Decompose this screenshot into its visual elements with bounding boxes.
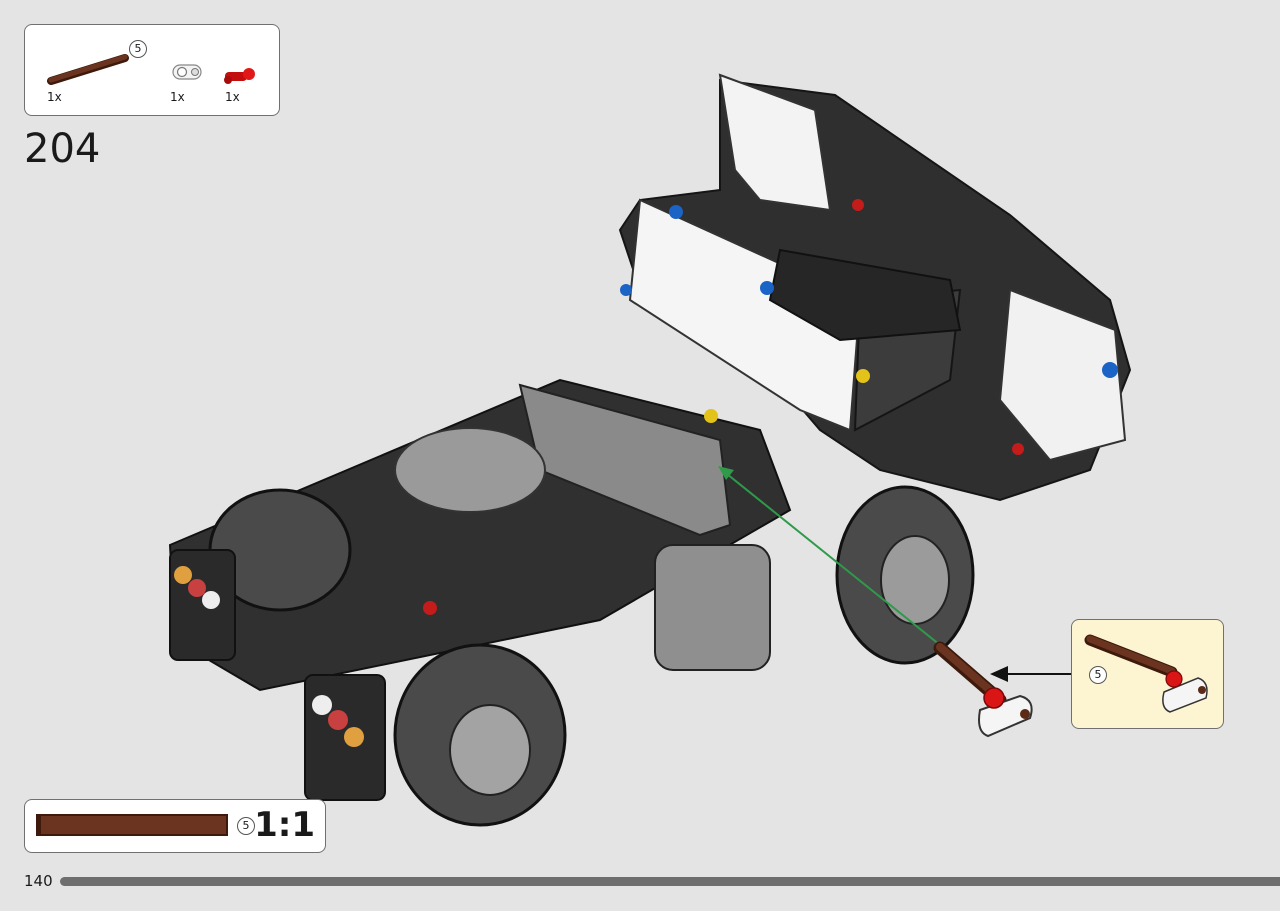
- page-number: 140: [24, 872, 53, 890]
- ruler-length-badge: 5: [237, 817, 255, 835]
- progress-bar: [60, 877, 1280, 886]
- length-ruler-box: 5 1:1: [24, 799, 326, 853]
- wheel-front-right: [835, 485, 975, 665]
- wheel-rear-left: [393, 643, 567, 827]
- axle-quantity: 1x: [47, 90, 62, 104]
- model-illustration: [168, 73, 1132, 827]
- callout-connector-icon: [1162, 670, 1208, 713]
- new-axle-part: [933, 641, 1033, 738]
- subassembly-callout: 5: [1071, 619, 1224, 729]
- callout-length-badge: 5: [1089, 666, 1107, 684]
- ruler-axle-art: [36, 814, 228, 836]
- axle-icon: [47, 54, 129, 85]
- axle-length-badge: 5: [129, 40, 147, 58]
- scale-label: 1:1: [254, 805, 315, 845]
- callout-pointer: [990, 666, 1072, 682]
- step-number: 204: [24, 126, 101, 172]
